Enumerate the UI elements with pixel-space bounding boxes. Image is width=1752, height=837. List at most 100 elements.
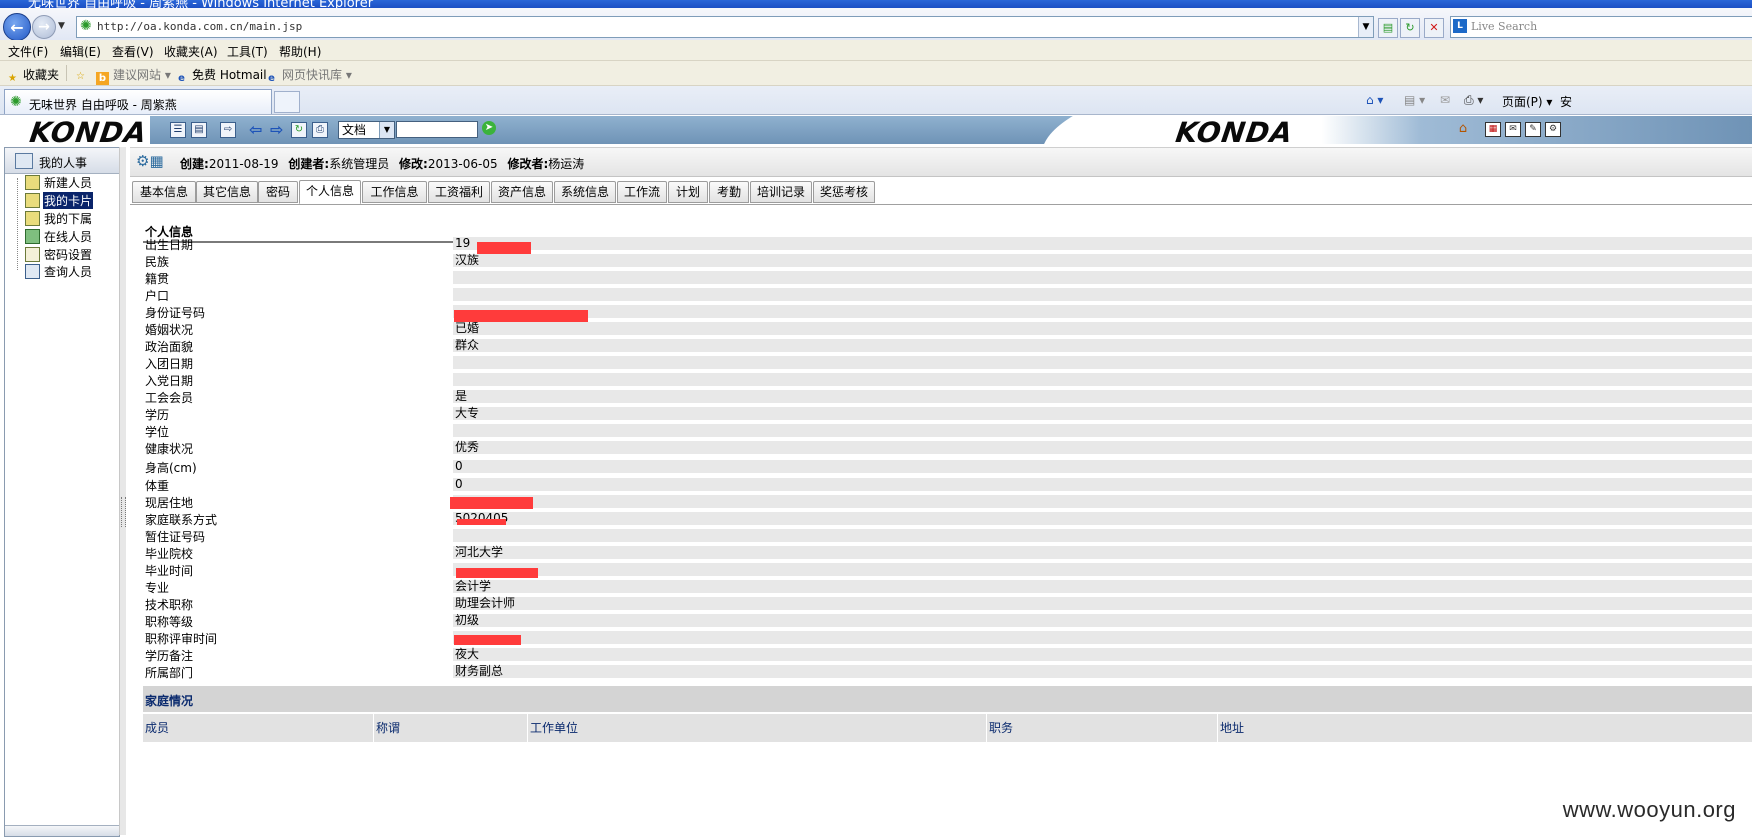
tab-workflow[interactable]: 工作流: [617, 181, 667, 203]
sidebar-item-my-card[interactable]: 我的卡片: [25, 192, 94, 209]
safety-menu[interactable]: 安: [1560, 93, 1572, 110]
tab-attendance[interactable]: 考勤: [709, 181, 749, 203]
chevron-down-icon: ▼: [379, 122, 394, 138]
browser-tab[interactable]: ✺ 无味世界 自由呼吸 - 周紫燕: [4, 89, 272, 114]
add-favorite-icon[interactable]: ☆: [74, 66, 91, 83]
back-arrow-icon[interactable]: ⇦: [249, 120, 262, 139]
tab-other-info[interactable]: 其它信息: [196, 181, 258, 203]
sidebar-footer: [5, 825, 119, 836]
splitter-grip[interactable]: [121, 497, 126, 527]
redaction-bar: [454, 310, 588, 322]
quick-search-input[interactable]: [396, 121, 478, 138]
list-view-icon[interactable]: ▤: [191, 122, 207, 138]
feeds-icon[interactable]: ▤ ▾: [1404, 93, 1425, 107]
redaction-bar: [456, 568, 538, 578]
exit-icon[interactable]: ⇨: [220, 122, 236, 138]
field-label: 职称等级: [145, 615, 194, 629]
back-button[interactable]: ←: [3, 13, 31, 41]
tree-line: [17, 178, 18, 270]
mail-icon[interactable]: ✉: [1505, 122, 1521, 137]
forward-arrow-icon[interactable]: ⇨: [270, 120, 283, 139]
field-label: 暂住证号码: [145, 530, 206, 544]
tab-rewards[interactable]: 奖惩考核: [813, 181, 875, 203]
column-address: 地址: [1217, 714, 1620, 742]
redaction-bar: [477, 242, 531, 254]
compatibility-icon[interactable]: ▤: [1378, 18, 1398, 38]
page-menu[interactable]: 页面(P) ▾: [1502, 93, 1552, 110]
sidebar-item-password[interactable]: 密码设置: [25, 246, 93, 263]
field-label: 现居住地: [145, 496, 194, 510]
field-row: 政治面貌 群众: [143, 337, 1752, 355]
mail-icon[interactable]: ✉: [1440, 93, 1450, 107]
history-dropdown-icon[interactable]: ▼: [58, 21, 65, 31]
field-row: 现居住地: [143, 493, 1752, 511]
tab-password[interactable]: 密码: [258, 181, 298, 203]
redaction-bar: [457, 519, 506, 525]
menu-edit[interactable]: 编辑(E): [60, 43, 101, 60]
favorites-button[interactable]: ★ 收藏夹: [6, 66, 59, 85]
menu-file[interactable]: 文件(F): [8, 43, 48, 60]
menu-view[interactable]: 查看(V): [112, 43, 154, 60]
field-value: 群众: [453, 339, 1752, 352]
home-icon[interactable]: ⌂: [1456, 122, 1470, 135]
sidebar-header[interactable]: 我的人事: [5, 148, 119, 174]
field-label: 健康状况: [145, 442, 194, 456]
field-row: 入团日期: [143, 354, 1752, 372]
home-icon[interactable]: ⌂ ▾: [1366, 93, 1383, 107]
menu-tools[interactable]: 工具(T): [227, 43, 268, 60]
bing-icon: b: [96, 72, 109, 85]
field-value: 0: [453, 460, 1752, 473]
field-label: 学历: [145, 408, 170, 422]
field-label: 体重: [145, 479, 170, 493]
field-label: 毕业时间: [145, 564, 194, 578]
record-tabs: 基本信息 其它信息 密码 个人信息 工作信息 工资福利 资产信息 系统信息 工作…: [132, 180, 1752, 204]
go-icon[interactable]: ➤: [482, 121, 496, 135]
window-title: 无味世界 自由呼吸 - 周紫燕 - Windows Internet Explo…: [28, 0, 374, 8]
refresh-button[interactable]: ↻: [1400, 18, 1420, 38]
forward-button[interactable]: →: [32, 15, 56, 39]
field-value: 助理会计师: [453, 597, 1752, 610]
tab-system-info[interactable]: 系统信息: [554, 181, 616, 203]
new-tab-button[interactable]: [274, 91, 300, 113]
sidebar-item-new-person[interactable]: 新建人员: [25, 174, 93, 191]
doc-type-select[interactable]: 文档 ▼: [338, 121, 395, 139]
print-icon[interactable]: ⎙ ▾: [1464, 93, 1483, 108]
url-input[interactable]: ✺ http://oa.konda.com.cn/main.jsp ▼: [76, 16, 1374, 38]
field-value: 19: [453, 237, 1752, 250]
field-value: [453, 529, 1752, 542]
field-label: 婚姻状况: [145, 323, 194, 337]
tab-training[interactable]: 培训记录: [750, 181, 812, 203]
url-dropdown-icon[interactable]: ▼: [1358, 17, 1373, 37]
field-label: 出生日期: [145, 238, 194, 252]
tab-basic-info[interactable]: 基本信息: [132, 181, 196, 203]
field-value: 初级: [453, 614, 1752, 627]
pane-splitter[interactable]: [119, 147, 126, 835]
hotmail-link[interactable]: e 免费 Hotmail: [175, 66, 267, 85]
search-input[interactable]: L Live Search: [1450, 16, 1752, 38]
print-icon[interactable]: ⎙: [312, 122, 328, 138]
tab-assets[interactable]: 资产信息: [491, 181, 553, 203]
sidebar-item-online[interactable]: 在线人员: [25, 228, 93, 245]
field-value: 0: [453, 478, 1752, 491]
tab-personal-info[interactable]: 个人信息: [299, 180, 361, 204]
sidebar-item-search[interactable]: 查询人员: [25, 263, 93, 280]
sidebar-item-subordinates[interactable]: 我的下属: [25, 210, 93, 227]
web-slice-gallery-link[interactable]: e 网页快讯库 ▾: [265, 66, 352, 85]
edit-icon[interactable]: ✎: [1525, 122, 1541, 137]
calendar-icon[interactable]: ▦: [1485, 122, 1501, 137]
settings-icon[interactable]: ⚙: [1545, 122, 1561, 137]
refresh-icon[interactable]: ↻: [291, 122, 307, 138]
tab-plan[interactable]: 计划: [668, 181, 708, 203]
family-section-title: 家庭情况: [145, 694, 194, 708]
stop-button[interactable]: ✕: [1424, 18, 1444, 38]
user-card-icon: ⚙▦: [136, 152, 164, 170]
tab-work-info[interactable]: 工作信息: [362, 181, 427, 203]
menu-help[interactable]: 帮助(H): [279, 43, 321, 60]
menu-favorites[interactable]: 收藏夹(A): [164, 43, 218, 60]
tree-view-icon[interactable]: ☰: [170, 122, 186, 138]
suggested-sites-link[interactable]: b 建议网站 ▾: [96, 66, 171, 85]
field-label: 学位: [145, 425, 170, 439]
field-value: 河北大学: [453, 546, 1752, 559]
column-member: 成员: [145, 721, 170, 735]
tab-payroll[interactable]: 工资福利: [428, 181, 490, 203]
